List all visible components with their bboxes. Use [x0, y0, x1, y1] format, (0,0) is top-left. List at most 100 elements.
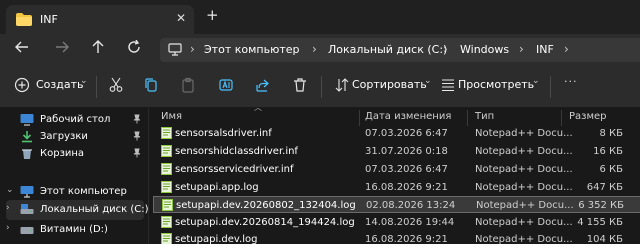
file-date: 07.03.2026 6:47 [365, 164, 448, 175]
nav-item-label: Рабочий стол [40, 114, 111, 125]
table-row[interactable]: setupapi.dev.log 16.08.2026 9:21 Notepad… [153, 231, 640, 244]
file-name: setupapi.dev.20260802_132404.log [176, 200, 356, 211]
chevron-right-icon[interactable]: › [564, 42, 569, 56]
file-date: 02.08.2026 13:24 [366, 200, 456, 211]
chevron-down-icon[interactable]: ⌄ [6, 185, 14, 195]
sort-button[interactable]: Сортировать [352, 78, 427, 91]
column-divider[interactable] [467, 110, 468, 126]
view-icon[interactable] [440, 77, 458, 95]
share-icon[interactable] [255, 77, 273, 95]
file-name: setupapi.dev.20260814_194424.log [175, 217, 355, 228]
notepad-plus-plus-file-icon [161, 145, 172, 160]
drive-icon [20, 223, 34, 239]
file-size: 647 КБ [586, 182, 623, 193]
nav-item-recycle-bin[interactable]: Корзина [6, 144, 144, 164]
close-tab-icon[interactable]: ✕ [176, 11, 186, 25]
chevron-right-icon[interactable]: › [312, 42, 317, 56]
paste-icon [180, 77, 198, 95]
chevron-right-icon: › [190, 42, 195, 56]
notepad-plus-plus-file-icon [161, 127, 172, 142]
refresh-icon[interactable] [124, 39, 144, 60]
table-row[interactable]: setupapi.dev.20260814_194424.log 14.08.2… [153, 214, 640, 231]
address-bar[interactable]: › Этот компьютер › Локальный диск (C:) ›… [160, 38, 640, 62]
nav-item-label: Витамин (D:) [40, 224, 108, 235]
file-name: sensorsservicedriver.inf [175, 164, 294, 175]
command-bar: Создать ⌄ Сортировать ⌄ Просмотреть ⌄ ··… [0, 66, 640, 108]
up-arrow-icon[interactable] [88, 40, 108, 60]
file-name: sensorsalsdriver.inf [175, 128, 272, 139]
new-tab-button[interactable]: + [206, 8, 219, 23]
chevron-right-icon[interactable]: › [443, 42, 448, 56]
chevron-down-icon[interactable]: ⌄ [424, 76, 432, 86]
notepad-plus-plus-file-icon [162, 199, 173, 214]
copy-icon[interactable] [143, 77, 161, 95]
notepad-plus-plus-file-icon [161, 181, 172, 196]
nav-item-label: Этот компьютер [40, 186, 127, 197]
chevron-down-icon[interactable]: ⌄ [80, 76, 88, 86]
tab-title: INF [40, 13, 58, 26]
file-date: 16.08.2026 9:21 [365, 182, 448, 193]
file-date: 14.08.2026 19:44 [365, 217, 455, 228]
nav-item-label: Корзина [40, 148, 85, 159]
file-name: setupapi.dev.log [175, 234, 258, 244]
file-size: 6 КБ [599, 164, 623, 175]
tab-inf[interactable]: INF ✕ [6, 5, 194, 34]
address-row: › Этот компьютер › Локальный диск (C:) ›… [0, 34, 640, 66]
breadcrumb-this-pc[interactable]: Этот компьютер [204, 43, 300, 56]
file-date: 16.08.2026 9:21 [365, 234, 448, 244]
file-size: 16 КБ [593, 146, 623, 157]
divider [321, 76, 322, 98]
file-size: 8 КБ [599, 128, 623, 139]
table-row[interactable]: sensorshidclassdriver.inf 31.07.2026 0:1… [153, 143, 640, 160]
file-list: ︿ Имя Дата изменения Тип Размер sensorsa… [148, 103, 640, 244]
column-divider[interactable] [359, 110, 360, 126]
file-size: 104 КБ [586, 234, 623, 244]
nav-item-this-pc[interactable]: ⌄ Этот компьютер [6, 182, 144, 202]
more-options-icon[interactable]: ··· [564, 75, 578, 88]
sort-ascending-icon: ︿ [254, 103, 262, 112]
table-row[interactable]: sensorsservicedriver.inf 07.03.2026 6:47… [153, 161, 640, 178]
computer-icon [20, 185, 34, 201]
drive-icon [20, 203, 34, 219]
column-divider[interactable] [561, 110, 562, 126]
divider [550, 76, 551, 98]
create-button[interactable]: Создать [36, 78, 84, 91]
table-row[interactable]: setupapi.app.log 16.08.2026 9:21 Notepad… [153, 179, 640, 196]
rename-icon[interactable] [218, 77, 236, 95]
cut-icon[interactable] [108, 77, 126, 95]
breadcrumb-windows[interactable]: Windows [460, 43, 509, 56]
file-date: 07.03.2026 6:47 [365, 128, 448, 139]
forward-arrow-icon[interactable] [52, 40, 72, 60]
delete-icon[interactable] [292, 77, 310, 95]
pin-icon[interactable] [132, 148, 142, 161]
view-button[interactable]: Просмотреть [458, 78, 534, 91]
file-date: 31.07.2026 0:18 [365, 146, 448, 157]
breadcrumb-local-disk[interactable]: Локальный диск (C:) [328, 43, 447, 56]
computer-icon [168, 43, 182, 59]
back-arrow-icon[interactable] [12, 40, 32, 60]
file-name: sensorshidclassdriver.inf [175, 146, 298, 157]
pin-icon[interactable] [132, 131, 142, 144]
chevron-right-icon[interactable]: › [519, 42, 524, 56]
navigation-pane: Рабочий стол Загрузки Корзина ⌄ Этот ком… [0, 108, 149, 244]
folder-icon [16, 13, 32, 29]
nav-item-label: Загрузки [40, 131, 88, 142]
nav-item-vitamin-d[interactable]: › Витамин (D:) [6, 220, 144, 240]
file-name: setupapi.app.log [175, 182, 259, 193]
nav-item-local-disk-c[interactable]: › Локальный диск (C:) [6, 200, 149, 220]
chevron-right-icon[interactable]: › [6, 223, 10, 233]
chevron-right-icon[interactable]: › [6, 203, 10, 213]
breadcrumb-inf[interactable]: INF [536, 43, 554, 56]
sort-icon[interactable] [334, 77, 352, 95]
plus-circle-icon[interactable] [14, 77, 32, 95]
notepad-plus-plus-file-icon [161, 163, 172, 178]
file-size: 6 352 КБ [578, 200, 624, 211]
pin-icon[interactable] [132, 114, 142, 127]
notepad-plus-plus-file-icon [161, 216, 172, 231]
table-row-selected[interactable]: setupapi.dev.20260802_132404.log 02.08.2… [153, 196, 640, 213]
table-row[interactable]: sensorsalsdriver.inf 07.03.2026 6:47 Not… [153, 125, 640, 142]
chevron-down-icon[interactable]: ⌄ [532, 76, 540, 86]
notepad-plus-plus-file-icon [161, 233, 172, 244]
recycle-bin-icon [20, 147, 34, 163]
file-size: 4 155 КБ [577, 217, 623, 228]
